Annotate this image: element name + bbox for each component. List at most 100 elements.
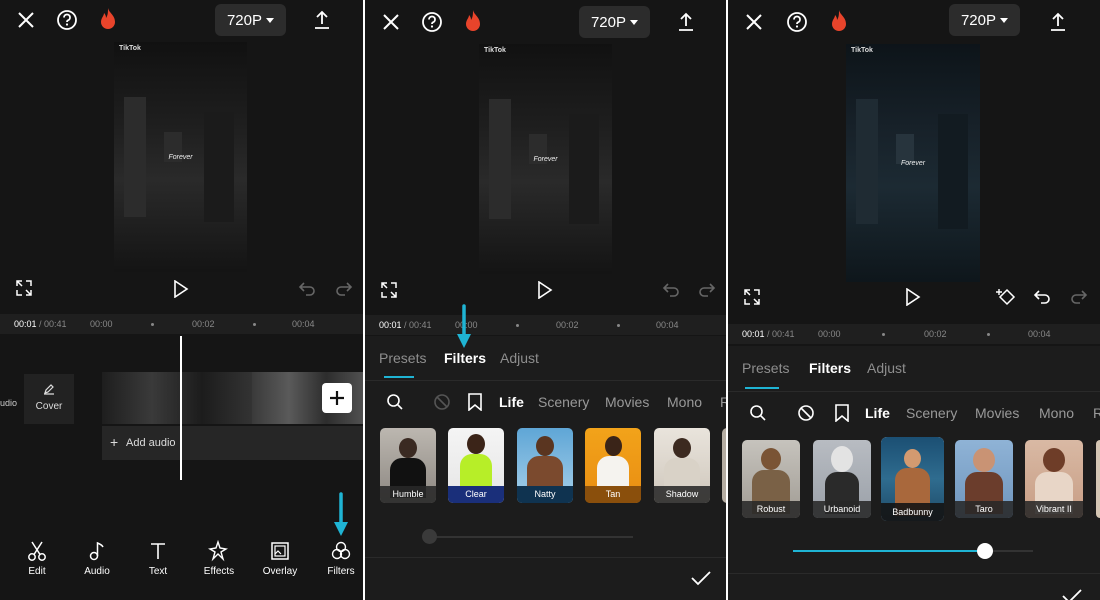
timeline-ruler[interactable]: 00:01 / 00:41 00:00 00:02 00:04: [0, 314, 363, 334]
divider: [728, 573, 1100, 574]
slider-knob[interactable]: [977, 543, 993, 559]
filter-partial[interactable]: [722, 428, 726, 503]
pointer-arrow-icon: [334, 492, 348, 536]
flame-icon[interactable]: [461, 8, 485, 34]
search-icon[interactable]: [385, 392, 405, 412]
undo-icon[interactable]: [1031, 286, 1053, 308]
video-preview[interactable]: TikTok Forever: [846, 44, 980, 282]
keyframe-icon[interactable]: [994, 285, 1018, 309]
timeline-ruler[interactable]: 00:01 / 00:41 00:00 00:02 00:04: [365, 315, 726, 335]
category-mono[interactable]: Mono: [667, 394, 702, 410]
flame-icon[interactable]: [827, 8, 851, 34]
search-icon[interactable]: [748, 403, 768, 423]
toolbar-label: Edit: [28, 566, 46, 577]
scissors-icon: [28, 541, 46, 561]
timeline-ruler[interactable]: 00:01 / 00:41 00:00 00:02 00:04: [728, 324, 1100, 344]
close-icon[interactable]: [379, 10, 403, 34]
toolbar-filters[interactable]: Filters: [316, 540, 363, 577]
intensity-slider[interactable]: [429, 536, 633, 538]
toolbar-overlay[interactable]: Overlay: [255, 540, 305, 577]
close-icon[interactable]: [742, 10, 766, 34]
fullscreen-icon[interactable]: [379, 280, 399, 300]
text-icon: [151, 543, 165, 559]
filter-urbanoid[interactable]: Urbanoid: [813, 440, 871, 518]
export-icon[interactable]: [1046, 10, 1070, 34]
video-preview[interactable]: TikTok Forever: [114, 42, 247, 272]
play-icon[interactable]: [902, 286, 924, 308]
bookmark-icon[interactable]: [465, 392, 485, 412]
no-filter-icon[interactable]: [432, 392, 452, 412]
tick-dot: [516, 324, 519, 327]
help-icon[interactable]: [55, 8, 79, 32]
confirm-check-icon[interactable]: [689, 566, 713, 590]
toolbar-effects[interactable]: Effects: [194, 540, 244, 577]
fullscreen-icon[interactable]: [14, 278, 34, 298]
toolbar-edit[interactable]: Edit: [12, 540, 62, 577]
filter-humble[interactable]: Humble: [380, 428, 436, 503]
redo-icon[interactable]: [1068, 286, 1090, 308]
top-bar: 720P: [0, 0, 363, 44]
cover-button[interactable]: Cover: [24, 374, 74, 424]
category-more[interactable]: R: [720, 394, 726, 410]
toolbar-text[interactable]: Text: [133, 540, 183, 577]
export-icon[interactable]: [310, 8, 334, 32]
resolution-button[interactable]: 720P: [949, 4, 1020, 36]
category-mono[interactable]: Mono: [1039, 405, 1074, 421]
tab-filters[interactable]: Filters: [809, 360, 851, 376]
filter-robust[interactable]: Robust: [742, 440, 800, 518]
tab-adjust[interactable]: Adjust: [500, 350, 539, 366]
top-bar: 720P: [365, 0, 726, 44]
total-time: / 00:41: [767, 329, 795, 339]
no-filter-icon[interactable]: [796, 403, 816, 423]
help-icon[interactable]: [785, 10, 809, 34]
filter-label: Urbanoid: [813, 501, 871, 518]
filter-tan[interactable]: Tan: [585, 428, 641, 503]
close-icon[interactable]: [14, 8, 38, 32]
tab-label: Adjust: [500, 350, 539, 366]
tab-filters[interactable]: Filters: [444, 350, 486, 366]
filter-label: Taro: [955, 501, 1013, 518]
category-movies[interactable]: Movies: [975, 405, 1019, 421]
tick-label: 00:00: [90, 319, 113, 329]
add-clip-button[interactable]: [322, 383, 352, 413]
flame-icon[interactable]: [96, 6, 120, 32]
filter-shadow[interactable]: Shadow: [654, 428, 710, 503]
divider: [365, 557, 726, 558]
category-scenery[interactable]: Scenery: [906, 405, 957, 421]
confirm-check-icon[interactable]: [1060, 584, 1084, 600]
play-icon[interactable]: [170, 278, 192, 300]
filter-partial[interactable]: [1096, 440, 1100, 518]
bookmark-icon[interactable]: [832, 403, 852, 423]
resolution-button[interactable]: 720P: [215, 4, 286, 36]
video-preview[interactable]: TikTok Forever: [479, 44, 612, 274]
export-icon[interactable]: [674, 10, 698, 34]
tab-presets[interactable]: Presets: [379, 350, 426, 366]
category-movies[interactable]: Movies: [605, 394, 649, 410]
category-life[interactable]: Life: [499, 394, 524, 410]
undo-icon[interactable]: [296, 278, 318, 300]
play-icon[interactable]: [534, 279, 556, 301]
caret-down-icon: [266, 17, 275, 23]
filter-natty[interactable]: Natty: [517, 428, 573, 503]
filter-clear[interactable]: Clear: [448, 428, 504, 503]
filter-taro[interactable]: Taro: [955, 440, 1013, 518]
category-more[interactable]: R: [1093, 405, 1100, 421]
category-scenery[interactable]: Scenery: [538, 394, 589, 410]
undo-icon[interactable]: [660, 279, 682, 301]
tab-label: Adjust: [867, 360, 906, 376]
tab-adjust[interactable]: Adjust: [867, 360, 906, 376]
tick-label: 00:00: [818, 329, 841, 339]
playhead[interactable]: [180, 336, 182, 480]
toolbar-audio[interactable]: Audio: [72, 540, 122, 577]
tab-presets[interactable]: Presets: [742, 360, 789, 376]
slider-knob[interactable]: [422, 529, 437, 544]
filter-badbunny[interactable]: Badbunny: [881, 437, 944, 521]
category-life[interactable]: Life: [865, 405, 890, 421]
resolution-button[interactable]: 720P: [579, 6, 650, 38]
filter-vibrant-ii[interactable]: Vibrant II: [1025, 440, 1083, 518]
help-icon[interactable]: [420, 10, 444, 34]
redo-icon[interactable]: [696, 279, 718, 301]
fullscreen-icon[interactable]: [742, 287, 762, 307]
redo-icon[interactable]: [333, 278, 355, 300]
add-audio-button[interactable]: + Add audio: [102, 426, 363, 460]
